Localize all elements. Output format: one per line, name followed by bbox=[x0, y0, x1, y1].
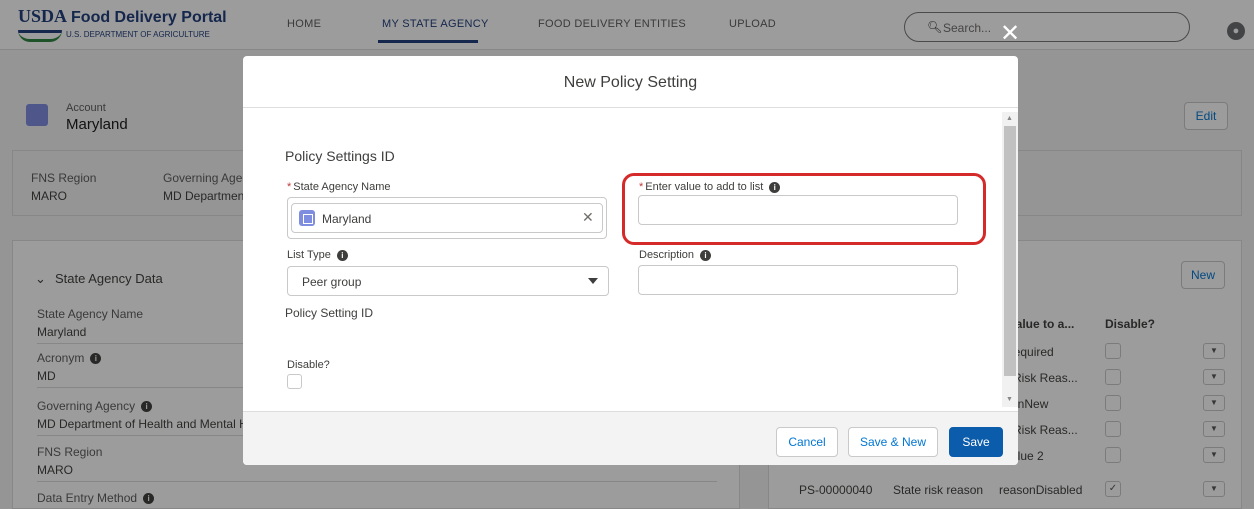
description-info-icon[interactable]: i bbox=[700, 249, 712, 261]
list-type-select[interactable]: Peer group bbox=[287, 266, 609, 296]
state-agency-pill-label: Maryland bbox=[322, 212, 372, 226]
scroll-down-icon[interactable]: ▼ bbox=[1006, 396, 1013, 403]
state-agency-name-label-text: State Agency Name bbox=[293, 181, 391, 193]
disable-checkbox[interactable] bbox=[287, 374, 302, 389]
account-icon bbox=[299, 210, 315, 226]
required-marker: * bbox=[287, 181, 292, 193]
scroll-up-icon[interactable]: ▲ bbox=[1006, 115, 1013, 122]
close-icon[interactable]: ✕ bbox=[1000, 22, 1020, 46]
save-and-new-button[interactable]: Save & New bbox=[848, 427, 938, 457]
modal-title: New Policy Setting bbox=[563, 74, 698, 91]
modal-header: New Policy Setting bbox=[243, 56, 1018, 108]
chevron-down-icon bbox=[588, 278, 598, 284]
list-type-info-icon[interactable]: i bbox=[336, 249, 348, 261]
modal-footer: Cancel Save & New Save bbox=[243, 411, 1018, 465]
disable-label: Disable? bbox=[287, 359, 330, 371]
list-type-selected-value: Peer group bbox=[302, 275, 362, 289]
list-type-label-text: List Type bbox=[287, 249, 331, 261]
description-input[interactable] bbox=[638, 265, 958, 295]
description-label: Description i bbox=[639, 249, 712, 261]
state-agency-name-label: * State Agency Name bbox=[287, 181, 391, 193]
modal-scrollbar[interactable]: ▲ ▼ bbox=[1002, 112, 1018, 407]
description-label-text: Description bbox=[639, 249, 695, 261]
list-type-label: List Type i bbox=[287, 249, 348, 261]
policy-settings-id-heading: Policy Settings ID bbox=[285, 148, 395, 164]
state-agency-selected-pill[interactable]: Maryland ✕ bbox=[291, 203, 603, 233]
new-policy-setting-modal: New Policy Setting Policy Settings ID * S… bbox=[243, 56, 1018, 465]
policy-setting-id-label: Policy Setting ID bbox=[285, 306, 374, 320]
scrollbar-thumb[interactable] bbox=[1004, 126, 1016, 376]
cancel-button[interactable]: Cancel bbox=[776, 427, 838, 457]
clear-selection-icon[interactable]: ✕ bbox=[582, 209, 594, 226]
save-button[interactable]: Save bbox=[949, 427, 1003, 457]
red-annotation-highlight bbox=[622, 173, 986, 245]
